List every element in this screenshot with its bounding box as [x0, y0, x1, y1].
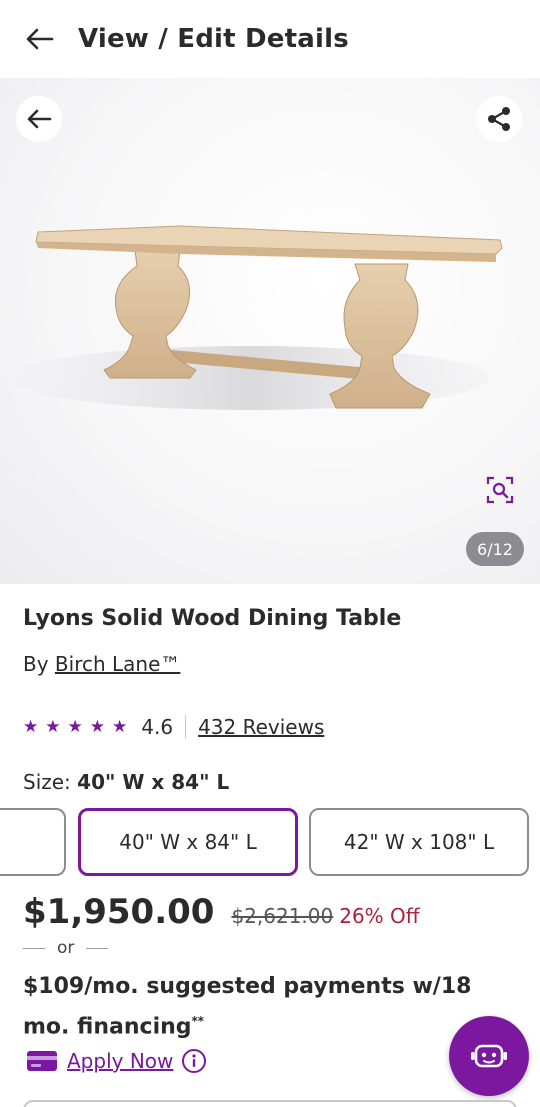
size-option-selected[interactable]: 40" W x 84" L: [78, 808, 298, 876]
or-text: or: [57, 938, 75, 958]
zoom-search-icon: [486, 476, 514, 504]
financing-label: $109/mo. suggested payments w/18 mo. fin…: [23, 974, 472, 1040]
financing-footnote-mark: **: [191, 1014, 205, 1028]
image-counter: 6/12: [466, 532, 524, 566]
product-name: Lyons Solid Wood Dining Table: [23, 606, 402, 631]
financing-text: $109/mo. suggested payments w/18 mo. fin…: [23, 970, 513, 1044]
info-button[interactable]: [181, 1048, 207, 1074]
share-button[interactable]: [476, 96, 522, 142]
rating-score: 4.6: [141, 715, 174, 739]
divider: [185, 715, 187, 739]
assistant-button[interactable]: [449, 1016, 529, 1096]
info-icon: [182, 1049, 207, 1073]
divider-line: [23, 947, 45, 949]
size-label-prefix: Size:: [23, 770, 71, 794]
brand-link[interactable]: Birch Lane™: [55, 652, 180, 676]
star-icon: ★: [45, 716, 61, 737]
size-label: Size: 40" W x 84" L: [23, 770, 229, 794]
next-section-edge: [23, 1100, 517, 1107]
selected-size: 40" W x 84" L: [77, 770, 230, 794]
star-icon: ★: [89, 716, 105, 737]
back-button[interactable]: [0, 0, 78, 78]
product-image-gallery[interactable]: 6/12: [0, 78, 540, 584]
page-title: View / Edit Details: [78, 24, 349, 54]
zoom-button[interactable]: [480, 470, 520, 510]
star-icon: ★: [23, 716, 39, 737]
star-icon: ★: [112, 716, 128, 737]
credit-card-icon: [27, 1051, 57, 1071]
rating-row: ★ ★ ★ ★ ★ 4.6 432 Reviews: [23, 712, 324, 742]
product-image: [10, 225, 503, 410]
reviews-link[interactable]: 432 Reviews: [198, 715, 324, 739]
star-rating: ★ ★ ★ ★ ★: [23, 716, 128, 737]
discount-badge: 26% Off: [339, 904, 420, 928]
divider-line: [86, 947, 109, 949]
arrow-left-icon: [27, 109, 52, 129]
sale-price: $1,950.00: [23, 892, 215, 932]
gallery-back-button[interactable]: [16, 96, 62, 142]
or-divider: or: [23, 938, 109, 958]
apply-row: Apply Now: [27, 1044, 207, 1078]
share-icon: [488, 107, 510, 131]
price-row: $1,950.00 $2,621.00 26% Off: [23, 892, 420, 932]
size-option[interactable]: 42" W x 108" L: [309, 808, 529, 876]
brand-prefix: By: [23, 652, 49, 676]
brand-line: By Birch Lane™: [23, 652, 180, 676]
robot-assistant-icon: [471, 1044, 507, 1068]
original-price: $2,621.00: [231, 904, 334, 928]
size-option[interactable]: [0, 808, 66, 876]
apply-now-link[interactable]: Apply Now: [67, 1049, 173, 1073]
top-app-bar: View / Edit Details: [0, 0, 540, 78]
star-icon: ★: [67, 716, 83, 737]
arrow-left-icon: [26, 28, 54, 50]
